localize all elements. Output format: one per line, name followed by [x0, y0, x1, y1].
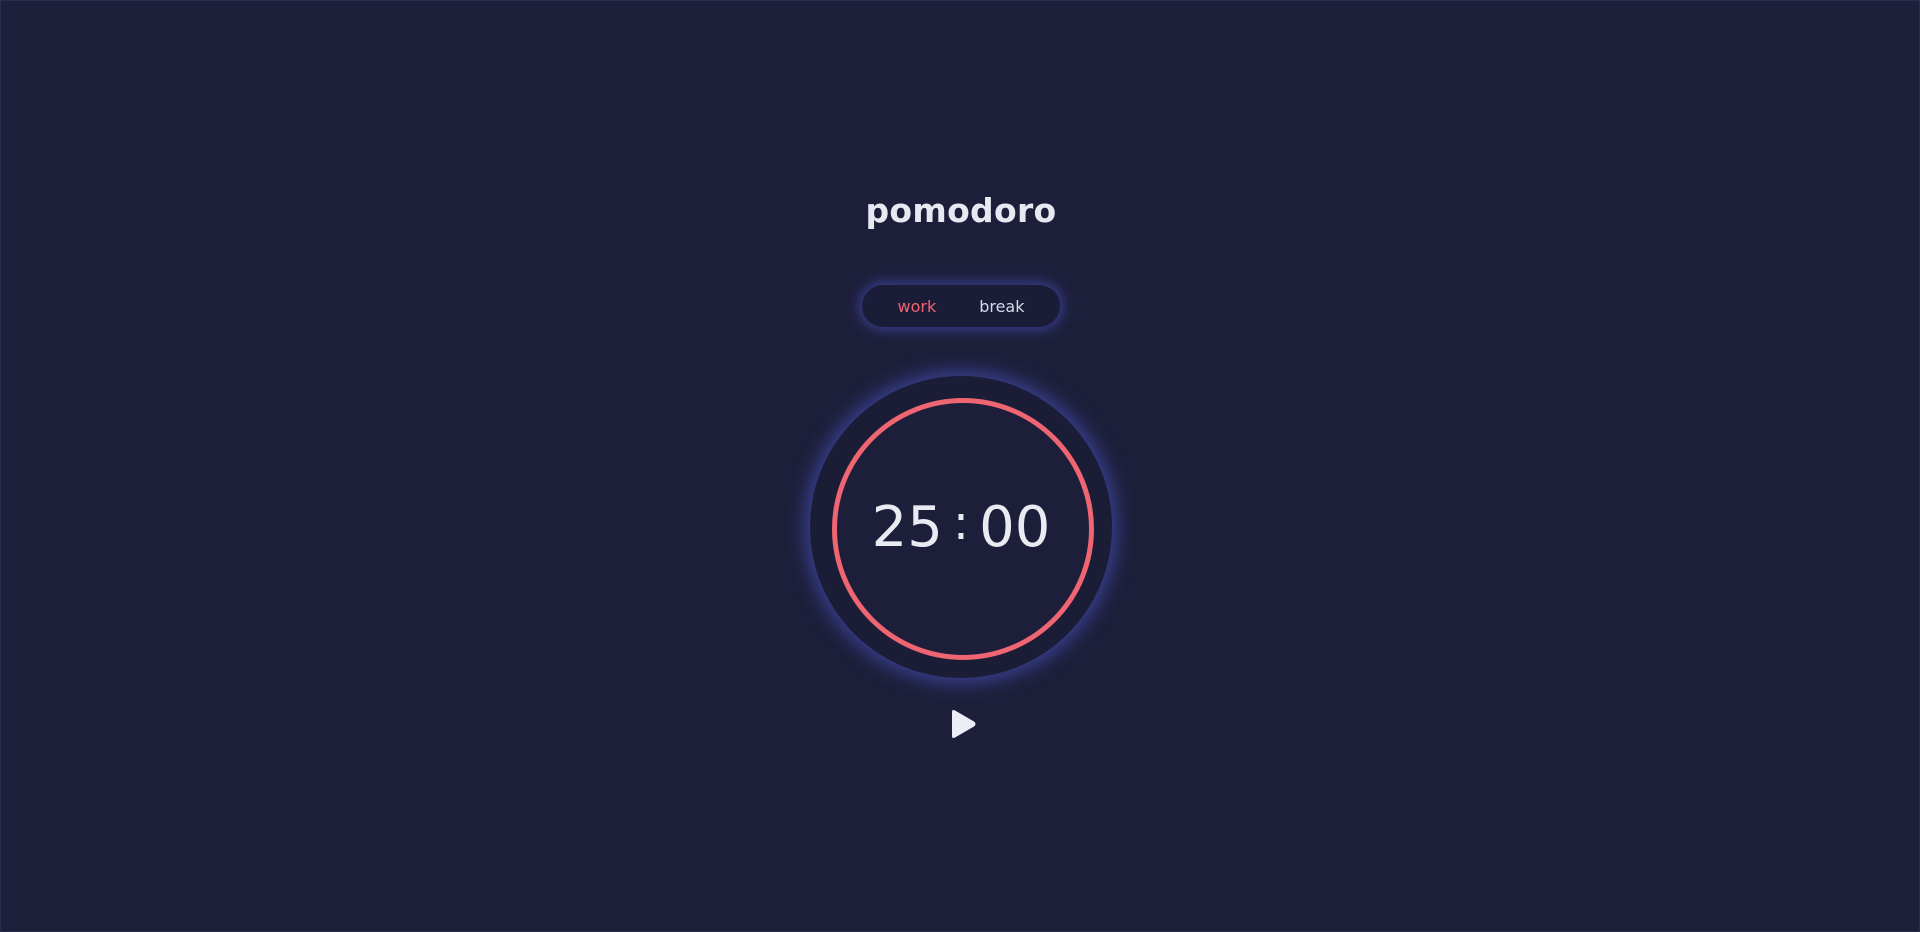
timer-dial: 25 : 00 [810, 376, 1112, 678]
timer-minutes: 25 [871, 494, 943, 560]
work-mode-button[interactable]: work [887, 293, 946, 320]
play-button[interactable] [945, 707, 979, 741]
break-mode-button[interactable]: break [969, 293, 1034, 320]
timer-display: 25 : 00 [810, 376, 1112, 678]
play-icon [952, 710, 976, 738]
timer-seconds: 00 [979, 494, 1051, 560]
app-title: pomodoro [865, 191, 1057, 230]
timer-separator: : [952, 495, 970, 551]
mode-toggle: work break [862, 285, 1060, 327]
pomodoro-app: pomodoro work break 25 : 00 [0, 0, 1920, 932]
